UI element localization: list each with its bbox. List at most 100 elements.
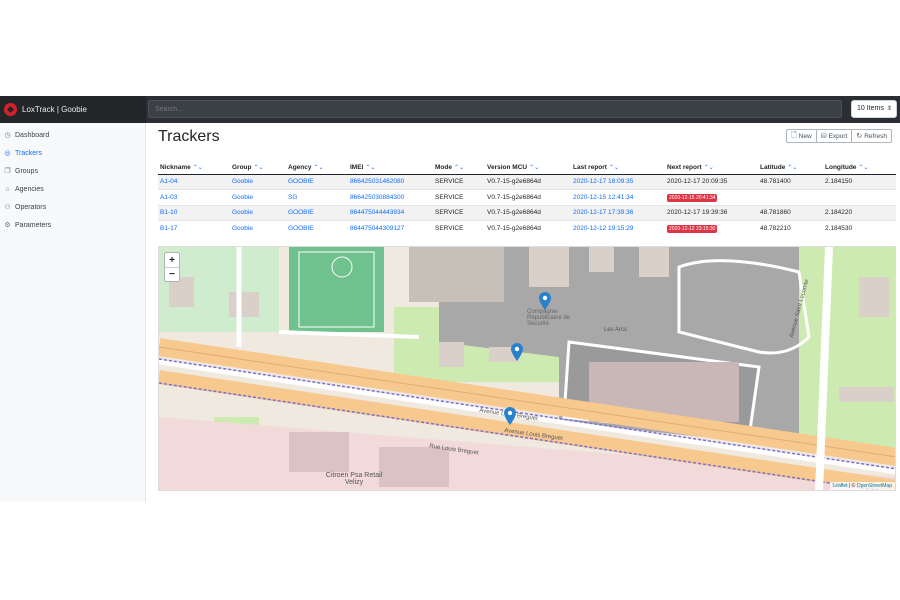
sort-arrows-icon[interactable]: ⌃⌄ [704,165,714,171]
table-row: B1-17 Goobie GOOBIE 864475044309127 SERVICE V… [158,220,896,236]
main-content: Trackers 🗋 New ⛁ Export ↻ Refresh Nickna… [158,123,896,491]
group-link[interactable]: Goobie [232,178,253,185]
latitude-value: 48.781860 [760,209,791,217]
target-icon: ◎ [4,150,11,157]
nickname-link[interactable]: B1-10 [160,209,177,216]
cell-next-report: 2020-12-12 23:15:30 [665,220,758,236]
cell-longitude: 2.184220 [823,204,896,221]
last-report-link[interactable]: 2020-12-15 12:41:34 [573,194,633,201]
sort-arrows-icon[interactable]: ⌃⌄ [858,165,868,171]
brand[interactable]: LoxTrack | Goobie [0,96,146,123]
sidebar: ◷ Dashboard ◎ Trackers ❐ Groups ⌂ Agenci… [0,123,146,502]
osm-link[interactable]: OpenStreetMap [857,483,892,489]
cell-agency: GOOBIE [286,173,348,190]
column-header-last-report[interactable]: Last report ⌃⌄ [571,162,665,175]
column-label: Agency [288,164,312,172]
column-label: Last report [573,164,607,172]
sidebar-item-agencies[interactable]: ⌂ Agencies [0,180,145,198]
column-header-version[interactable]: Version MCU ⌃⌄ [485,162,571,175]
group-link[interactable]: Goobie [232,209,253,216]
agency-link[interactable]: SG [288,194,297,201]
nickname-link[interactable]: A1-04 [160,178,177,185]
imei-link[interactable]: 866425031462080 [350,178,404,185]
overdue-badge: 2020-12-15 20:41:34 [667,193,718,202]
sidebar-item-dashboard[interactable]: ◷ Dashboard [0,126,145,144]
table-row: B1-10 Goobie GOOBIE 864475044443934 SERVICE V… [158,204,896,221]
imei-link[interactable]: 866425030884300 [350,194,404,201]
sort-arrows-icon[interactable]: ⌃⌄ [365,165,375,171]
version-value: V0.7-15-g2e6864d [487,225,541,232]
column-header-group[interactable]: Group ⌃⌄ [230,162,286,175]
column-header-nickname[interactable]: Nickname ⌃⌄ [158,162,230,175]
map-marker-icon[interactable] [511,343,523,361]
cell-nickname: B1-10 [158,204,230,221]
column-header-next-report[interactable]: Next report ⌃⌄ [665,162,758,175]
last-report-link[interactable]: 2020-12-17 18:09:35 [573,178,633,185]
sidebar-item-trackers[interactable]: ◎ Trackers [0,144,145,162]
agency-link[interactable]: GOOBIE [288,225,314,232]
cell-last-report: 2020-12-12 19:15:29 [571,220,665,236]
cell-mode: SERVICE [433,204,485,221]
last-report-link[interactable]: 2020-12-12 19:15:29 [573,225,633,232]
cell-latitude [758,189,823,205]
cell-agency: GOOBIE [286,220,348,236]
sidebar-item-parameters[interactable]: ⚙ Parameters [0,216,145,234]
attribution-separator: | © [847,483,857,489]
cell-imei: 864475044443934 [348,204,433,221]
tracker-map[interactable]: Avenue Louis Breguet Avenue Louis Bregue… [158,246,896,491]
column-label: Latitude [760,164,786,172]
items-per-page-value: 10 Items [857,105,884,112]
imei-link[interactable]: 864475044443934 [350,209,404,216]
version-value: V0.7-15-g2e6864d [487,209,541,217]
map-tiles [159,247,895,490]
cell-latitude: 48.782210 [758,220,823,236]
sidebar-item-operators[interactable]: ⚇ Operators [0,198,145,216]
cell-group: Goobie [230,189,286,205]
column-header-mode[interactable]: Mode ⌃⌄ [433,162,485,175]
agency-link[interactable]: GOOBIE [288,178,314,185]
sort-arrows-icon[interactable]: ⌃⌄ [787,165,797,171]
new-button[interactable]: 🗋 New [786,129,817,143]
gear-icon: ⚙ [4,222,11,229]
sort-arrows-icon[interactable]: ⌃⌄ [454,165,464,171]
sort-arrows-icon[interactable]: ⌃⌄ [529,165,539,171]
group-link[interactable]: Goobie [232,194,253,201]
sidebar-item-label: Agencies [15,185,44,193]
last-report-link[interactable]: 2020-12-17 17:39:36 [573,209,633,216]
column-header-agency[interactable]: Agency ⌃⌄ [286,162,348,175]
users-icon: ⚇ [4,204,11,211]
cell-group: Goobie [230,220,286,236]
sidebar-item-label: Operators [15,203,47,211]
nickname-link[interactable]: A1-03 [160,194,177,201]
mode-value: SERVICE [435,178,464,186]
column-label: Next report [667,164,702,172]
zoom-in-button[interactable]: + [165,253,179,267]
sort-arrows-icon[interactable]: ⌃⌄ [313,165,323,171]
group-link[interactable]: Goobie [232,225,253,232]
items-per-page-select[interactable]: 10 Items ⇕ [851,100,897,118]
nickname-link[interactable]: B1-17 [160,225,177,232]
search-input[interactable] [148,100,842,118]
export-button[interactable]: ⛁ Export [816,129,853,143]
version-value: V0.7-15-g2e6864d [487,178,541,186]
cell-mode: SERVICE [433,173,485,190]
column-header-imei[interactable]: IMEI ⌃⌄ [348,162,433,175]
map-marker-icon[interactable] [539,292,551,310]
agency-link[interactable]: GOOBIE [288,209,314,216]
refresh-icon: ↻ [856,133,863,140]
sort-arrows-icon[interactable]: ⌃⌄ [254,165,264,171]
column-header-longitude[interactable]: Longitude ⌃⌄ [823,162,896,175]
imei-link[interactable]: 864475044309127 [350,225,404,232]
updown-caret-icon: ⇕ [886,106,892,112]
sort-arrows-icon[interactable]: ⌃⌄ [193,165,203,171]
column-label: IMEI [350,164,364,172]
cell-last-report: 2020-12-17 18:09:35 [571,173,665,190]
map-marker-icon[interactable] [504,407,516,425]
column-label: Longitude [825,164,857,172]
refresh-button[interactable]: ↻ Refresh [852,129,892,143]
sort-arrows-icon[interactable]: ⌃⌄ [609,165,619,171]
leaflet-link[interactable]: Leaflet [833,483,848,489]
column-header-latitude[interactable]: Latitude ⌃⌄ [758,162,823,175]
zoom-out-button[interactable]: − [165,267,179,281]
sidebar-item-groups[interactable]: ❐ Groups [0,162,145,180]
